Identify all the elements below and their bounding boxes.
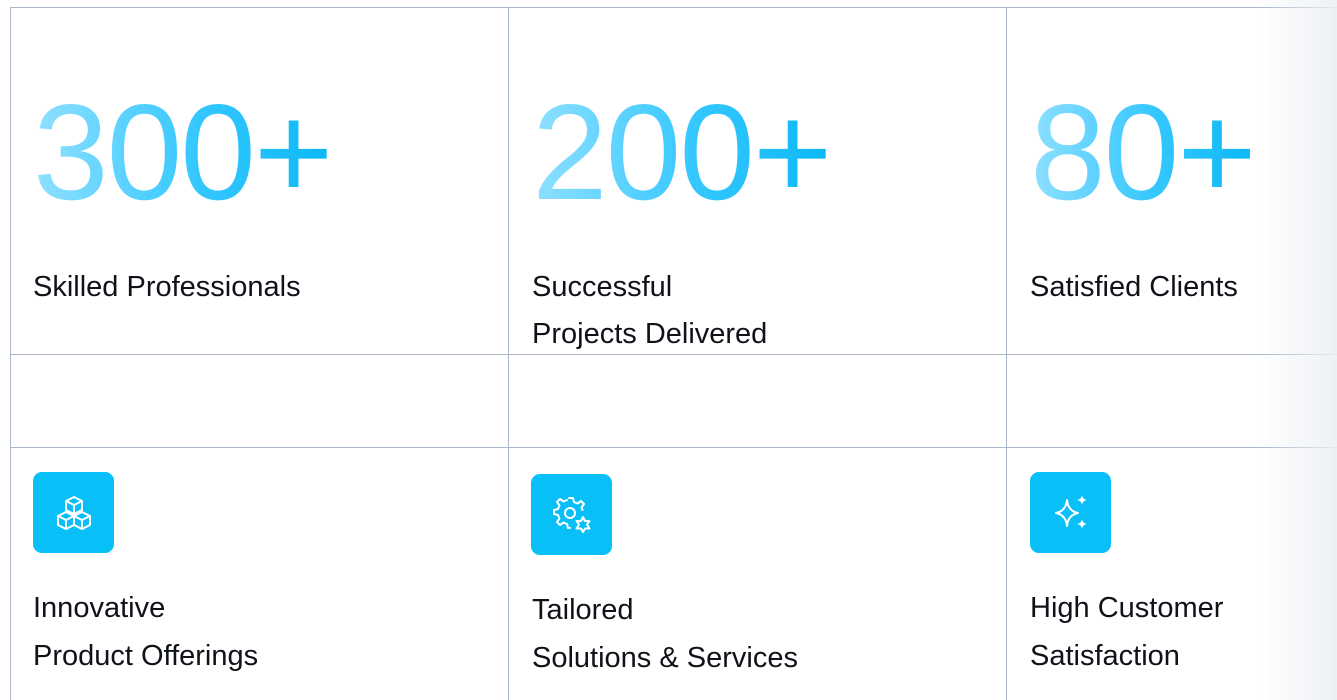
stat-label: Satisfied Clients	[1030, 264, 1238, 311]
feature-label: Innovative Product Offerings	[33, 584, 258, 680]
stat-card-clients: 80+ Satisfied Clients	[1007, 8, 1337, 354]
feature-label: Tailored Solutions & Services	[532, 586, 798, 682]
feature-label-line: High Customer	[1030, 592, 1224, 624]
feature-label-line: Product Offerings	[33, 640, 259, 672]
stat-number: 300+	[33, 76, 333, 228]
feature-icon-tile	[531, 474, 612, 555]
stat-card-professionals: 300+ Skilled Professionals	[11, 8, 508, 354]
stat-label-line: Satisfied Clients	[1030, 271, 1238, 303]
stat-label-line: Skilled Professionals	[33, 271, 301, 303]
stat-number: 200+	[532, 76, 832, 228]
feature-icon-tile	[33, 472, 114, 553]
stat-label-line: Projects Delivered	[532, 318, 768, 350]
feature-label-line: Innovative	[33, 592, 166, 624]
stat-label: Skilled Professionals	[33, 264, 301, 311]
feature-card-solutions: Tailored Solutions & Services	[509, 448, 1006, 700]
feature-icon-tile	[1030, 472, 1111, 553]
cubes-icon	[56, 495, 91, 530]
feature-label-line: Solutions & Services	[532, 642, 798, 674]
feature-card-products: Innovative Product Offerings	[11, 448, 508, 700]
gear-settings-icon	[552, 496, 590, 533]
stat-label: Successful Projects Delivered	[532, 264, 767, 358]
sparkles-icon	[1054, 494, 1087, 529]
stat-label-line: Successful	[532, 271, 673, 303]
feature-label: High Customer Satisfaction	[1030, 584, 1223, 680]
stat-card-projects: 200+ Successful Projects Delivered	[509, 8, 1006, 354]
feature-label-line: Tailored	[532, 594, 634, 626]
stat-number: 80+	[1030, 76, 1257, 228]
feature-card-satisfaction: High Customer Satisfaction	[1007, 448, 1337, 700]
feature-label-line: Satisfaction	[1030, 640, 1180, 672]
